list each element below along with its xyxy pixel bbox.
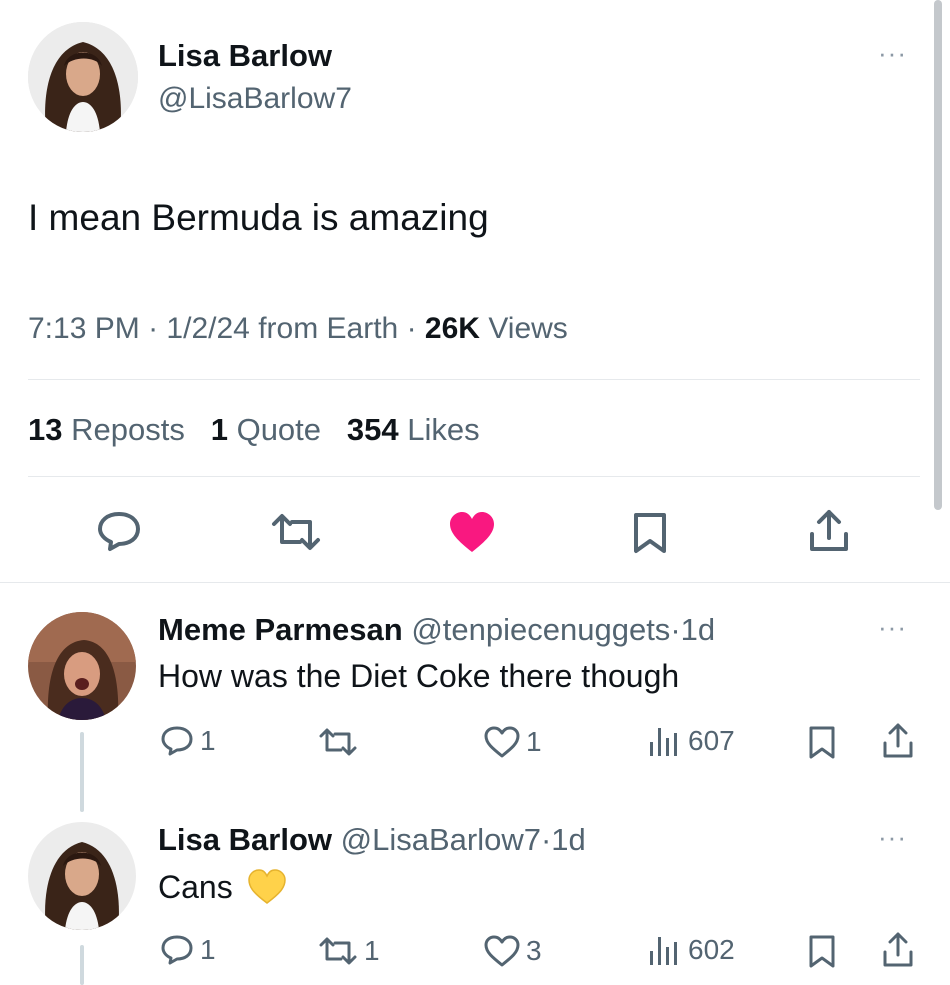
likes-count: 354 [346,412,399,447]
tweet-meta: 7:13 PM · 1/2/24 from Earth · 26K Views [28,312,568,346]
bookmark-button[interactable] [808,935,836,969]
author-handle[interactable]: @LisaBarlow7 [158,82,352,116]
more-options-icon[interactable]: ··· [878,40,907,66]
meme-avatar-image [28,612,136,720]
reply-age[interactable]: 1d [551,822,585,857]
views-button[interactable]: 602 [648,933,735,967]
avatar[interactable] [28,22,138,132]
thread-line [80,732,84,812]
share-button[interactable] [880,722,916,760]
reply-button[interactable]: 1 [160,725,216,757]
quotes-stat[interactable]: 1 Quote [211,412,330,447]
tweet-time[interactable]: 7:13 PM [28,312,140,345]
repost-button[interactable]: 1 [318,936,380,966]
heart-filled-icon [450,512,494,552]
like-button[interactable]: 3 [484,935,542,967]
divider [28,476,920,477]
reposts-count: 13 [28,412,63,447]
reply-author-name[interactable]: Meme Parmesan [158,612,403,647]
quotes-label: Quote [236,412,322,447]
views-count: 602 [688,934,735,965]
repost-icon [319,728,357,756]
views-button[interactable]: 607 [648,724,735,758]
reposts-stat[interactable]: 13 Reposts [28,412,193,447]
reply-icon [161,935,193,965]
reply-author-handle[interactable]: @LisaBarlow7 [341,822,541,857]
analytics-icon [650,728,677,756]
heart-icon [484,726,520,758]
meta-separator: · [406,312,417,345]
reply-author-handle[interactable]: @tenpiecenuggets [411,612,670,647]
bookmark-icon [809,935,835,968]
bookmark-icon [809,726,835,759]
reply-icon [98,512,140,551]
share-button[interactable] [880,931,916,969]
reply-header: Meme Parmesan @tenpiecenuggets·1d [158,612,715,648]
views-label: Views [488,312,568,345]
bookmark-button[interactable] [632,512,668,554]
divider [28,379,920,380]
views-count: 26K [424,312,480,345]
like-count: 1 [526,726,542,757]
heart-icon [484,935,520,967]
lisa-avatar-image [28,822,136,930]
header-separator: · [670,612,681,647]
meta-separator: · [148,312,159,345]
reply-text: How was the Diet Coke there though [158,658,680,694]
like-count: 3 [526,935,542,966]
reply-button[interactable] [96,510,142,552]
repost-icon [272,514,320,550]
divider [0,582,950,583]
more-options-icon[interactable]: ··· [878,824,907,850]
quotes-count: 1 [210,412,228,447]
yellow-heart-icon [247,869,286,904]
repost-button[interactable] [270,512,322,552]
like-button[interactable] [448,510,496,554]
reply-count: 1 [200,725,216,756]
tweet-source: from Earth [258,312,399,345]
reply-button[interactable]: 1 [160,934,216,966]
tweet-text: I mean Bermuda is amazing [28,197,489,238]
reply-author-name[interactable]: Lisa Barlow [158,822,332,857]
reply-header: Lisa Barlow @LisaBarlow7·1d [158,822,586,858]
repost-icon [319,937,357,965]
views-count: 607 [688,725,735,756]
likes-stat[interactable]: 354 Likes [347,412,480,447]
engagement-stats: 13 Reposts 1 Quote 354 Likes [28,412,480,448]
reply-text: Cans [158,868,233,905]
reply-icon [161,726,193,756]
avatar[interactable] [28,612,136,720]
like-button[interactable]: 1 [484,726,542,758]
header-separator: · [540,822,552,857]
avatar[interactable] [28,822,136,930]
repost-count: 1 [364,935,380,966]
reply-count: 1 [200,934,216,965]
bookmark-button[interactable] [808,726,836,760]
share-icon [883,723,913,758]
reply-age[interactable]: 1d [681,612,715,647]
share-icon [883,932,913,967]
reposts-label: Reposts [71,412,185,447]
likes-label: Likes [407,412,480,447]
reply-text-row: Cans [158,868,287,906]
tweet-date[interactable]: 1/2/24 [166,312,249,345]
analytics-icon [650,937,677,965]
lisa-avatar-image [28,22,138,132]
thread-line [80,945,84,985]
scrollbar[interactable] [934,0,942,510]
author-name[interactable]: Lisa Barlow [158,38,332,74]
share-button[interactable] [806,508,852,554]
repost-button[interactable] [318,727,364,757]
more-options-icon[interactable]: ··· [878,614,907,640]
share-icon [810,510,848,551]
bookmark-icon [634,513,666,553]
